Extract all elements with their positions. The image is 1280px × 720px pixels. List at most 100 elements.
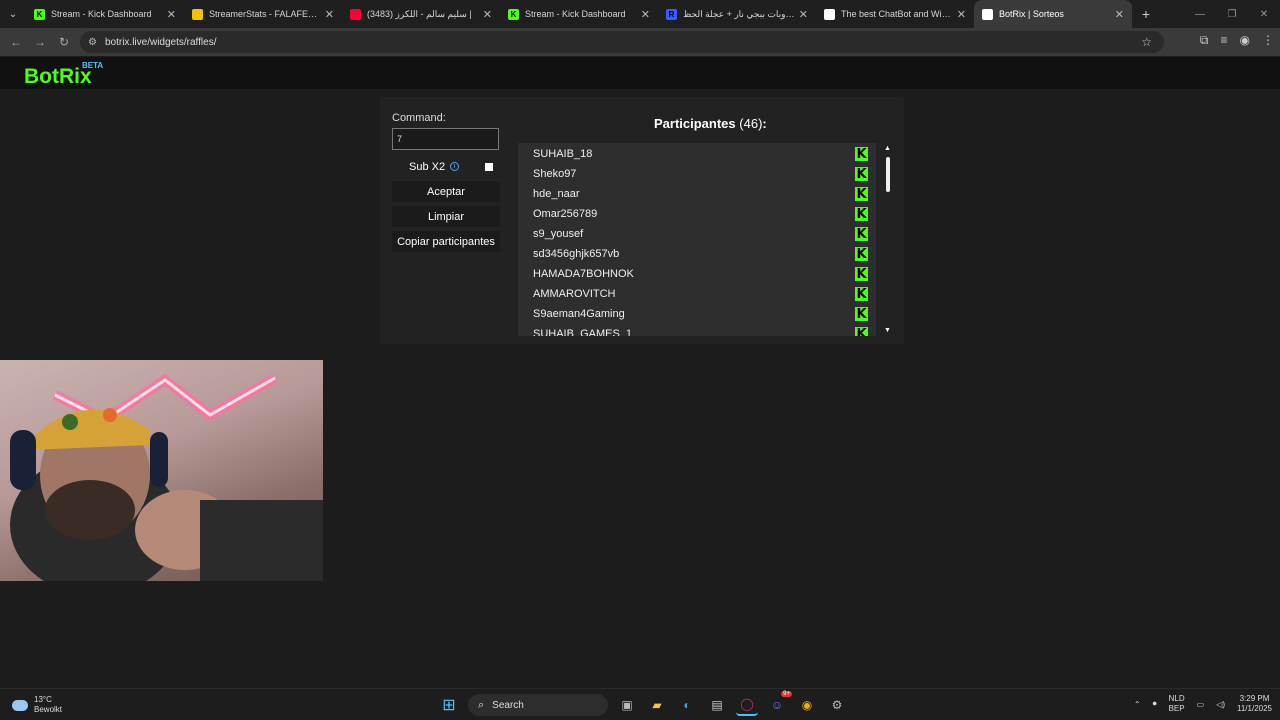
- participant-name: sd3456ghjk657vb: [533, 248, 620, 260]
- taskbar-search-label: Search: [492, 699, 524, 711]
- webcam-scene: [10, 373, 323, 581]
- participant-row[interactable]: hde_naar K: [533, 184, 868, 204]
- sub-x2-label: Sub X2: [409, 160, 446, 173]
- restore-icon[interactable]: ❐: [1216, 9, 1248, 20]
- participant-row[interactable]: SUHAIB_18 K: [533, 144, 868, 164]
- tab-title: The best ChatBot and Widgets: [841, 9, 953, 19]
- kick-platform-icon: K: [855, 186, 868, 202]
- participant-row[interactable]: AMMAROVITCH K: [533, 284, 868, 304]
- file-explorer-icon[interactable]: ▰: [646, 694, 668, 716]
- command-input[interactable]: 7: [392, 128, 499, 150]
- discord-icon[interactable]: ☺ 9+: [766, 691, 792, 716]
- new-tab-button[interactable]: +: [1132, 6, 1160, 22]
- participant-row[interactable]: SUHAIB_GAMES_1 K: [533, 324, 868, 336]
- weather-desc: Bewolkt: [34, 705, 63, 714]
- tab-favicon-icon: K: [508, 8, 519, 20]
- chrome-icon[interactable]: ◉: [796, 694, 818, 716]
- minimize-icon[interactable]: —: [1184, 9, 1216, 20]
- participant-name: HAMADA7BOHNOK: [533, 268, 634, 280]
- extensions-icon[interactable]: ⧉: [1200, 33, 1209, 48]
- opera-icon[interactable]: ◯: [736, 694, 758, 716]
- beta-badge: BETA: [82, 61, 104, 70]
- participants-list[interactable]: SUHAIB_18 K Sheko97 Khde_naar K Omar256789 Ks9…: [518, 143, 876, 336]
- sub-x2-row: Sub X2 i: [392, 160, 500, 173]
- participant-row[interactable]: s9_yousef K: [533, 224, 868, 244]
- accept-button[interactable]: Aceptar: [392, 181, 500, 202]
- tab-close-icon[interactable]: ✕: [167, 8, 176, 21]
- tab-title: StreamerStats - FALAFELCO Pro: [209, 9, 321, 19]
- participant-row[interactable]: Sheko97 K: [533, 164, 868, 184]
- browser-tab[interactable]: StreamerStats - FALAFELCO Pro ✕: [184, 0, 342, 28]
- network-icon[interactable]: ▭: [1197, 700, 1205, 709]
- tab-close-icon[interactable]: ✕: [957, 8, 966, 21]
- taskbar-search[interactable]: ⌕ Search: [468, 694, 608, 716]
- browser-tab[interactable]: (3483) سليم سالم - اللكرز | ✕: [342, 0, 500, 28]
- tray-chevron-icon[interactable]: ⌃: [1134, 700, 1141, 709]
- profile-icon[interactable]: ◉: [1240, 33, 1250, 48]
- tab-strip: ⌄ K Stream - Kick Dashboard ✕ StreamerStats…: [0, 0, 1280, 28]
- edge-icon[interactable]: ◐: [676, 694, 698, 716]
- kick-platform-icon: K: [855, 166, 868, 182]
- participants-scrollbar[interactable]: ▲ ▼: [882, 143, 894, 336]
- kick-platform-icon: K: [855, 146, 868, 162]
- windows-start-icon[interactable]: ⊞: [438, 694, 460, 716]
- browser-tab[interactable]: K Stream - Kick Dashboard ✕: [26, 0, 184, 28]
- tab-title: BotRix | Sorteos: [999, 9, 1064, 19]
- participant-row[interactable]: S9aeman4Gaming K: [533, 304, 868, 324]
- cloud-icon: [12, 699, 28, 711]
- url-field[interactable]: ⚙ botrix.live/widgets/raffles/ ☆: [80, 31, 1164, 53]
- browser-tab[interactable]: BotRix | Sorteos ✕: [974, 0, 1132, 28]
- scroll-up-icon[interactable]: ▲: [884, 145, 891, 152]
- browser-tab[interactable]: K Stream - Kick Dashboard ✕: [500, 0, 658, 28]
- bookmark-star-icon[interactable]: ☆: [1141, 35, 1152, 49]
- weather-widget[interactable]: 13°C Bewolkt: [12, 695, 62, 715]
- tab-close-icon[interactable]: ✕: [483, 8, 492, 21]
- info-icon[interactable]: i: [450, 162, 460, 171]
- kick-platform-icon: K: [855, 306, 868, 322]
- tab-search-icon[interactable]: ⌄: [0, 0, 26, 28]
- back-icon[interactable]: ←: [4, 35, 28, 49]
- tab-close-icon[interactable]: ✕: [641, 8, 650, 21]
- tab-close-icon[interactable]: ✕: [799, 8, 808, 21]
- settings-icon[interactable]: ⚙: [826, 694, 848, 716]
- search-icon: ⌕: [478, 698, 485, 711]
- site-info-icon[interactable]: ⚙: [88, 37, 97, 48]
- participant-row[interactable]: sd3456ghjk657vb K: [533, 244, 868, 264]
- participants-title: Participantes (46):: [654, 116, 767, 131]
- participant-row[interactable]: HAMADA7BOHNOK K: [533, 264, 868, 284]
- kick-platform-icon: K: [855, 246, 868, 262]
- participant-name: S9aeman4Gaming: [533, 308, 625, 320]
- command-label: Command:: [392, 112, 446, 124]
- tab-favicon-icon: R: [666, 8, 677, 20]
- participant-name: s9_yousef: [533, 228, 584, 240]
- tab-close-icon[interactable]: ✕: [1115, 8, 1124, 21]
- copy-participants-button[interactable]: Copiar participantes: [392, 231, 500, 252]
- media-icon[interactable]: ≡: [1221, 33, 1228, 48]
- task-view-icon[interactable]: ▣: [616, 694, 638, 716]
- close-window-icon[interactable]: ✕: [1248, 9, 1280, 20]
- scroll-down-icon[interactable]: ▼: [884, 327, 891, 334]
- clear-button[interactable]: Limpiar: [392, 206, 500, 227]
- clock[interactable]: 3:29 PM 11/1/2025: [1237, 694, 1272, 714]
- menu-icon[interactable]: ⋮: [1262, 33, 1274, 48]
- weather-temp: 13°C: [34, 695, 52, 704]
- microphone-icon[interactable]: ⏺: [1153, 699, 1157, 709]
- tab-title: Stream - Kick Dashboard: [51, 9, 152, 19]
- forward-icon[interactable]: →: [28, 35, 52, 49]
- participant-name: Omar256789: [533, 208, 598, 220]
- tab-favicon-icon: [192, 8, 203, 20]
- reload-icon[interactable]: ↻: [52, 35, 76, 49]
- browser-tab[interactable]: R روبات ببجي نار + عجلة الحظ - n ✕: [658, 0, 816, 28]
- browser-tab[interactable]: The best ChatBot and Widgets ✕: [816, 0, 974, 28]
- tab-close-icon[interactable]: ✕: [325, 8, 334, 21]
- scroll-thumb[interactable]: [886, 157, 890, 192]
- sub-x2-checkbox[interactable]: [485, 162, 494, 171]
- kick-platform-icon: K: [855, 327, 868, 336]
- participant-row[interactable]: Omar256789 K: [533, 204, 868, 224]
- store-icon[interactable]: ▤: [706, 694, 728, 716]
- volume-icon[interactable]: ◁): [1216, 700, 1225, 709]
- window-controls: — ❐ ✕: [1184, 0, 1280, 28]
- taskbar-apps: ⊞ ⌕ Search ▣ ▰ ◐ ▤ ◯ ☺ 9+ ◉ ⚙: [438, 691, 848, 716]
- participant-name: hde_naar: [533, 188, 580, 200]
- language-indicator[interactable]: NLD BEP: [1169, 694, 1185, 714]
